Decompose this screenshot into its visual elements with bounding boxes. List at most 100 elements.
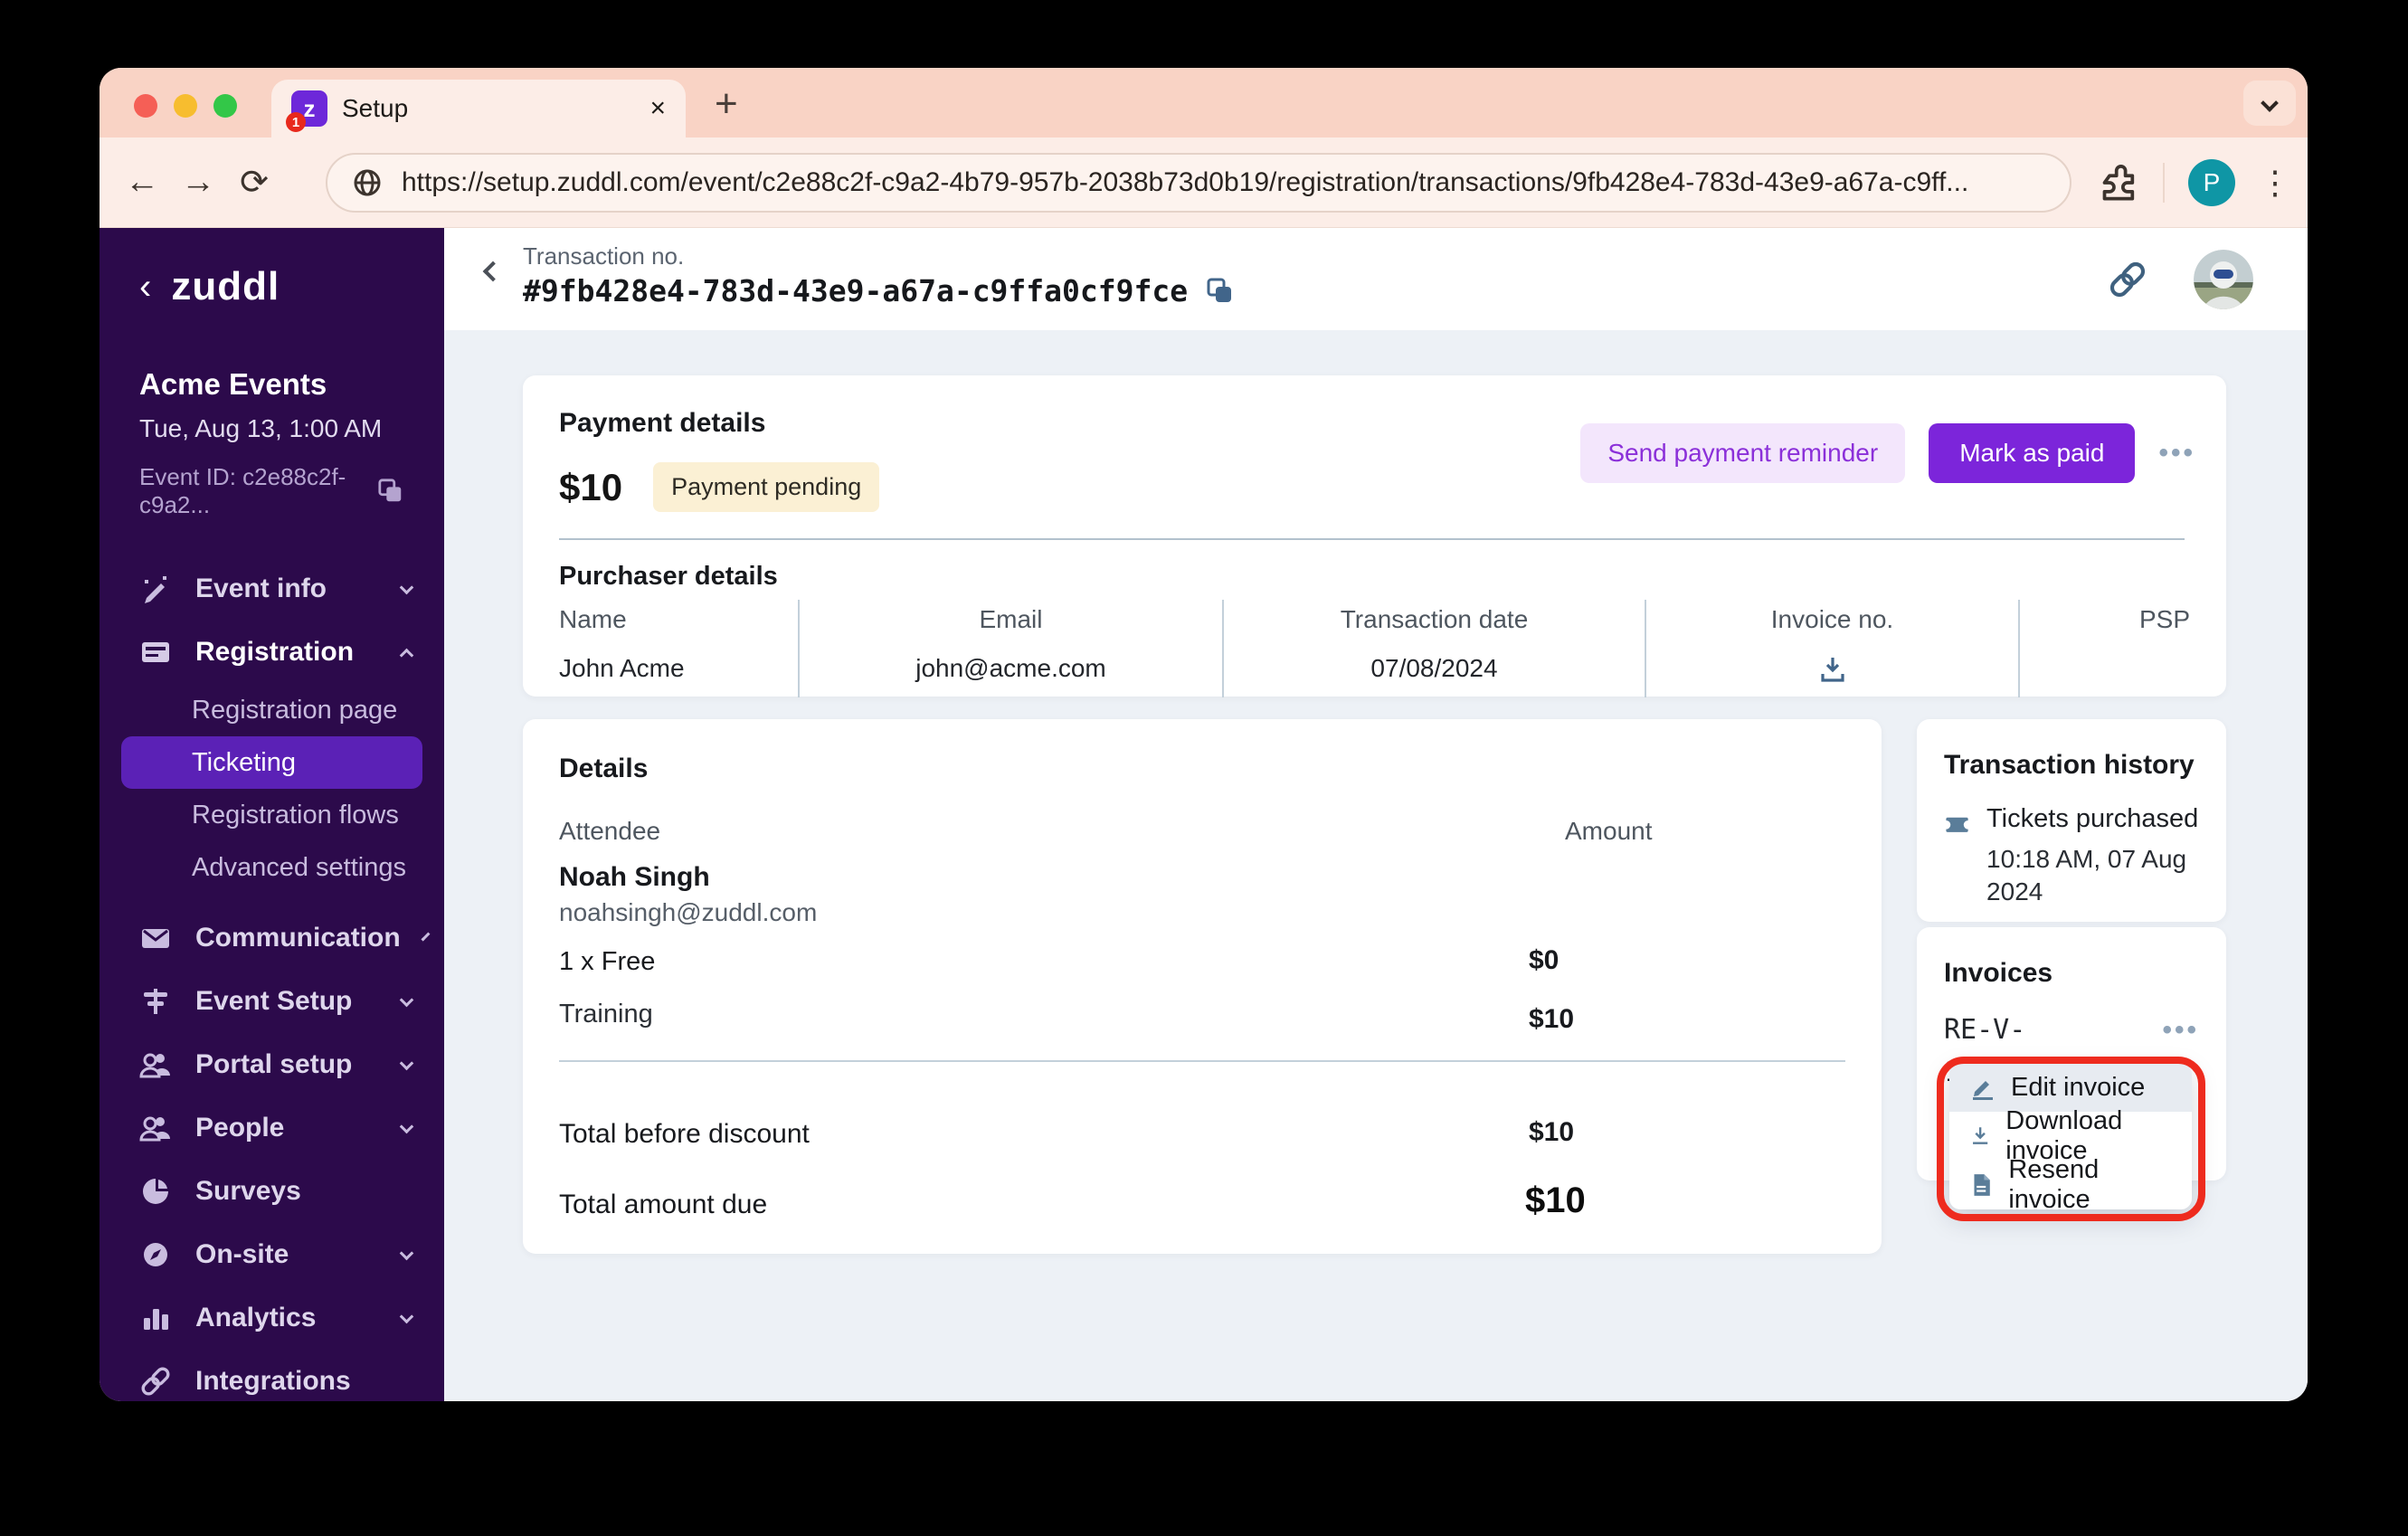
total-before-discount-label: Total before discount — [559, 1119, 810, 1149]
chevron-down-icon — [399, 580, 414, 594]
window-controls — [134, 94, 237, 118]
sidebar-item-event-info[interactable]: Event info — [100, 557, 444, 621]
maximize-window-button[interactable] — [213, 94, 237, 118]
browser-tab[interactable]: z 1 Setup × — [271, 80, 686, 137]
name-label: Name — [559, 605, 627, 633]
chevron-down-icon — [399, 1056, 414, 1070]
sidebar-item-analytics[interactable]: Analytics — [100, 1286, 444, 1350]
attendee-header: Attendee — [559, 817, 661, 845]
browser-profile-avatar[interactable]: P — [2188, 159, 2235, 206]
invoice-number: RE-V- — [1944, 1014, 2026, 1046]
details-card: Details Attendee Amount Noah Singh noahs… — [523, 719, 1882, 1254]
signpost-icon — [144, 989, 167, 1014]
sidebar-item-label: Surveys — [195, 1176, 301, 1206]
sidebar-item-integrations[interactable]: Integrations — [100, 1350, 444, 1401]
purchaser-details-row: Name John Acme Email john@acme.com Trans… — [559, 600, 2190, 697]
event-id: Event ID: c2e88c2f-c9a2... — [139, 463, 346, 518]
user-avatar[interactable] — [2194, 249, 2253, 309]
menu-item-edit-invoice[interactable]: Edit invoice — [1949, 1063, 2192, 1112]
invoice-context-menu: Edit invoice Download invoice Resend inv… — [1949, 1063, 2192, 1209]
sidebar-item-advanced-settings[interactable]: Advanced settings — [121, 841, 422, 894]
sidebar-item-registration-flows[interactable]: Registration flows — [121, 789, 422, 841]
details-title: Details — [559, 754, 649, 783]
forward-button[interactable]: → — [170, 163, 226, 202]
sidebar-collapse-icon[interactable]: ‹ — [139, 269, 151, 305]
sidebar-item-surveys[interactable]: Surveys — [100, 1160, 444, 1223]
attendee-email: noahsingh@zuddl.com — [559, 898, 818, 926]
sidebar-item-on-site[interactable]: On-site — [100, 1223, 444, 1286]
pencil-icon — [1973, 1081, 1993, 1100]
sidebar-item-registration[interactable]: Registration — [100, 621, 444, 684]
mark-as-paid-button[interactable]: Mark as paid — [1929, 423, 2136, 483]
sidebar-menu: Event info Registration Registration pag… — [100, 557, 444, 1401]
link-icon — [141, 1367, 170, 1396]
download-invoice-icon[interactable] — [1817, 654, 1848, 685]
chevron-down-icon — [2261, 94, 2279, 112]
compass-icon — [144, 1243, 167, 1266]
close-tab-icon[interactable]: × — [649, 93, 666, 124]
sidebar-item-portal-setup[interactable]: Portal setup — [100, 1033, 444, 1096]
menu-item-download-invoice[interactable]: Download invoice — [1949, 1106, 2192, 1165]
sidebar-item-label: Analytics — [195, 1303, 317, 1332]
send-payment-reminder-button[interactable]: Send payment reminder — [1580, 423, 1906, 483]
address-bar[interactable]: https://setup.zuddl.com/event/c2e88c2f-c… — [326, 153, 2071, 213]
total-amount-due-amount: $10 — [1525, 1180, 1586, 1220]
line-item-label: 1 x Free — [559, 947, 656, 976]
chevron-down-icon — [399, 992, 414, 1007]
copy-icon[interactable] — [1206, 277, 1235, 306]
ticket-icon — [1944, 817, 1971, 832]
psp-label: PSP — [2138, 605, 2190, 633]
page-body: Payment details $10 Payment pending Send… — [444, 330, 2308, 1401]
tab-search-button[interactable] — [2243, 81, 2296, 126]
sidebar-item-ticketing[interactable]: Ticketing — [121, 736, 422, 789]
back-chevron-icon[interactable] — [482, 261, 504, 282]
chevron-down-icon — [421, 932, 431, 941]
chevron-down-icon — [399, 1309, 414, 1323]
minimize-window-button[interactable] — [174, 94, 197, 118]
zuddl-logo: zuddl — [171, 264, 280, 308]
sidebar-item-label: People — [195, 1113, 285, 1143]
chevron-down-icon — [399, 1246, 414, 1260]
extensions-puzzle-icon[interactable] — [2100, 163, 2139, 203]
sidebar-item-label: On-site — [195, 1239, 289, 1269]
sidebar-subitem-label: Ticketing — [192, 747, 296, 777]
sidebar-item-label: Registration — [195, 637, 355, 667]
sidebar-item-label: Portal setup — [195, 1049, 353, 1079]
menu-item-resend-invoice[interactable]: Resend invoice — [1949, 1155, 2192, 1209]
sidebar-item-registration-page[interactable]: Registration page — [121, 684, 422, 736]
url-text: https://setup.zuddl.com/event/c2e88c2f-c… — [402, 167, 1969, 197]
amount-header: Amount — [1565, 817, 1653, 845]
copy-link-icon[interactable] — [2107, 259, 2148, 300]
transaction-history-card: Transaction history Tickets purchased 10… — [1917, 719, 2226, 922]
menu-item-label: Edit invoice — [2011, 1072, 2146, 1102]
site-info-globe-icon[interactable] — [351, 166, 384, 199]
invoice-more-menu-icon[interactable]: ••• — [2162, 1015, 2199, 1046]
sidebar-item-people[interactable]: People — [100, 1096, 444, 1160]
sidebar-item-event-setup[interactable]: Event Setup — [100, 970, 444, 1033]
users-icon — [139, 1116, 170, 1142]
sidebar-item-label: Communication — [195, 923, 401, 953]
transaction-date-value: 07/08/2024 — [1370, 654, 1498, 682]
pdf-file-icon — [1974, 1174, 1990, 1196]
email-label: Email — [979, 605, 1043, 633]
sidebar-item-communication[interactable]: Communication — [100, 906, 444, 970]
menu-item-label: Resend invoice — [2008, 1155, 2100, 1209]
transaction-no-value: #9fb428e4-783d-43e9-a67a-c9ffa0cf9fce — [523, 273, 1189, 308]
payment-more-menu-icon[interactable]: ••• — [2158, 438, 2195, 469]
notification-badge: 1 — [286, 112, 306, 132]
sidebar-subitem-label: Advanced settings — [192, 852, 406, 882]
line-item-amount: $0 — [1529, 945, 1560, 975]
wand-icon — [145, 576, 166, 603]
sidebar-item-label: Event Setup — [195, 986, 353, 1016]
browser-menu-icon[interactable]: ⋮ — [2259, 164, 2291, 202]
copy-icon[interactable] — [377, 478, 404, 505]
close-window-button[interactable] — [134, 94, 157, 118]
history-event: Tickets purchased — [1986, 804, 2199, 833]
email-value: john@acme.com — [915, 654, 1106, 682]
reload-button[interactable]: ⟳ — [226, 162, 282, 203]
registration-card-icon — [142, 642, 169, 662]
new-tab-button[interactable]: + — [715, 84, 738, 124]
purchaser-details-title: Purchaser details — [559, 562, 778, 591]
line-item-label: Training — [559, 1000, 653, 1029]
back-button[interactable]: ← — [114, 163, 170, 202]
